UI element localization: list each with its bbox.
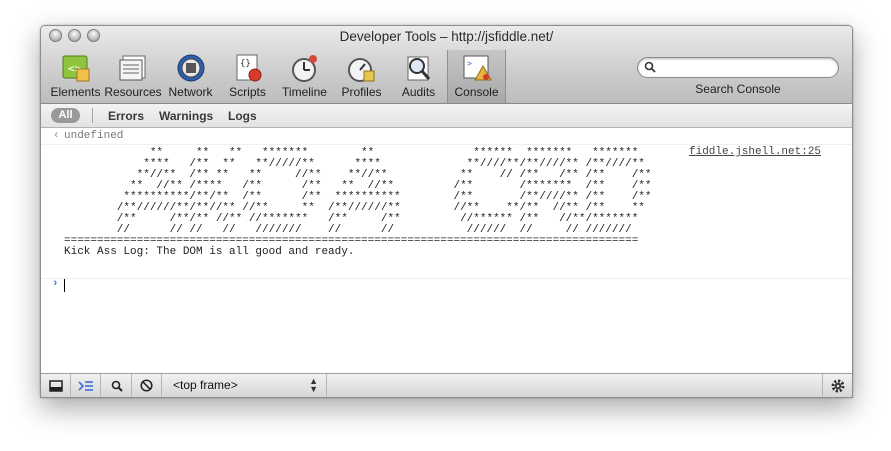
filter-all-button[interactable]: All [51,108,80,123]
resources-icon [119,55,146,81]
tab-label: Network [168,85,213,99]
prompt-icon: › [52,278,59,290]
ascii-art-text: ** ** ** ******* ** ****** ******* *****… [64,147,652,247]
dock-toggle-button[interactable] [41,374,71,397]
dock-icon [48,379,63,392]
tab-console[interactable]: > Console [447,50,506,103]
scripts-icon: {} [236,54,261,82]
tab-label: Elements [50,85,101,99]
console-input-caret[interactable] [64,279,65,292]
gear-icon [831,379,844,392]
tab-label: Console [454,85,499,99]
search-console-field[interactable] [637,57,839,78]
tab-profiles[interactable]: Profiles [333,52,390,100]
tab-label: Scripts [229,85,266,99]
select-arrows-icon: ▲ ▼ [309,376,318,394]
filter-logs-button[interactable]: Logs [228,109,257,123]
source-link[interactable]: fiddle.jshell.net:25 [689,146,821,158]
status-bar: <top frame> ▲ ▼ [41,373,852,397]
tab-network[interactable]: Network [162,52,219,100]
panel-toolbar: <> Elements Resources Network {} Scripts… [47,50,506,103]
inspect-search-button[interactable] [102,374,132,397]
audits-icon [407,56,430,81]
console-output[interactable]: ‹ undefined fiddle.jshell.net:25 ** ** *… [41,128,852,373]
timeline-icon [291,55,317,82]
search-input[interactable] [660,60,834,76]
console-icon: > [463,55,492,81]
search-icon [644,61,656,73]
filter-errors-button[interactable]: Errors [108,109,144,123]
window-title: Developer Tools – http://jsfiddle.net/ [339,29,554,44]
svg-text:>: > [467,59,472,68]
title-bar: Developer Tools – http://jsfiddle.net/ <… [41,26,852,104]
tab-resources[interactable]: Resources [104,52,162,100]
frame-select-value: <top frame> [173,378,238,392]
settings-button[interactable] [822,374,852,397]
search-label: Search Console [695,82,781,96]
message-divider [41,278,852,279]
tab-audits[interactable]: Audits [390,52,447,100]
tab-label: Resources [104,85,162,99]
frame-select[interactable]: <top frame> ▲ ▼ [163,374,327,397]
devtools-window: Developer Tools – http://jsfiddle.net/ <… [40,25,853,398]
filter-divider [92,108,93,123]
tab-scripts[interactable]: {} Scripts [219,52,276,100]
console-prompt-icon [77,380,93,391]
elements-icon: <> [62,55,89,82]
magnifier-icon [111,380,123,392]
clear-icon [140,379,153,392]
filter-warnings-button[interactable]: Warnings [159,109,213,123]
console-drawer-button[interactable] [71,374,101,397]
tab-timeline[interactable]: Timeline [276,52,333,100]
log-message: Kick Ass Log: The DOM is all good and re… [64,246,355,258]
profiles-icon [347,58,374,82]
tab-label: Profiles [341,85,382,99]
undefined-result: undefined [64,130,124,142]
result-arrow-icon: ‹ [53,130,60,142]
tab-label: Audits [401,85,436,99]
svg-text:{}: {} [240,59,251,69]
message-divider [41,144,852,145]
ascii-art-log: ** ** ** ******* ** ****** ******* *****… [64,148,652,258]
filter-bar: All Errors Warnings Logs [41,104,852,128]
tab-label: Timeline [282,85,327,99]
tab-elements[interactable]: <> Elements [47,52,104,100]
network-icon [177,54,204,82]
clear-console-button[interactable] [132,374,162,397]
